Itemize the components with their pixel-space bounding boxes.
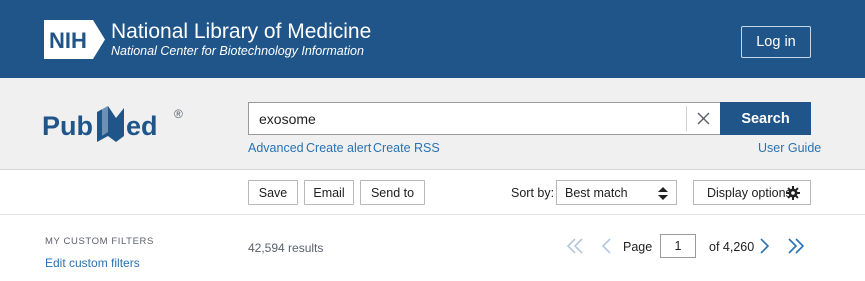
sort-value: Best match [565, 185, 628, 200]
gear-icon [786, 186, 800, 200]
sort-arrows-icon [658, 187, 668, 200]
login-button[interactable]: Log in [741, 26, 811, 58]
sort-label: Sort by: [511, 186, 555, 200]
custom-filters-heading: MY CUSTOM FILTERS [45, 236, 154, 247]
sort-select[interactable]: Best match [556, 180, 677, 205]
create-rss-link[interactable]: Create RSS [373, 141, 440, 155]
clear-search-button[interactable] [686, 106, 720, 131]
last-page-icon[interactable] [787, 237, 805, 255]
display-options-button[interactable]: Display options [693, 180, 811, 205]
close-icon [697, 112, 710, 125]
display-options-label: Display options [707, 185, 792, 200]
search-band: Pub ed ® Search Advanced Create alert Cr… [0, 78, 865, 170]
toolbar-divider [0, 214, 865, 215]
create-alert-link[interactable]: Create alert [306, 141, 371, 155]
nih-logo-icon[interactable]: NIH [44, 20, 105, 59]
email-button[interactable]: Email [304, 180, 354, 205]
search-field [248, 102, 720, 135]
result-count: 42,594 results [248, 241, 324, 255]
save-button[interactable]: Save [248, 180, 298, 205]
nih-header: NIH National Library of Medicine Nationa… [0, 0, 865, 78]
page-label: Page [623, 240, 653, 254]
previous-page-icon[interactable] [598, 237, 616, 255]
page-total: of 4,260 [709, 240, 755, 254]
nih-subtitle: National Center for Biotechnology Inform… [111, 44, 364, 58]
first-page-icon[interactable] [566, 237, 584, 255]
edit-custom-filters-link[interactable]: Edit custom filters [45, 256, 140, 270]
nih-title[interactable]: National Library of Medicine [111, 20, 371, 44]
search-input[interactable] [249, 103, 685, 134]
user-guide-link[interactable]: User Guide [758, 141, 821, 155]
advanced-search-link[interactable]: Advanced [248, 141, 304, 155]
pubmed-book-icon [97, 106, 124, 142]
page-number-input[interactable] [660, 234, 696, 258]
next-page-icon[interactable] [755, 237, 773, 255]
svg-text:Pub: Pub [42, 111, 93, 141]
search-button[interactable]: Search [720, 102, 811, 135]
send-to-button[interactable]: Send to [360, 180, 425, 205]
registered-mark: ® [174, 107, 183, 121]
svg-text:ed: ed [126, 111, 158, 141]
pubmed-logo[interactable]: Pub ed ® [42, 96, 192, 148]
nih-logo-text: NIH [49, 28, 87, 53]
